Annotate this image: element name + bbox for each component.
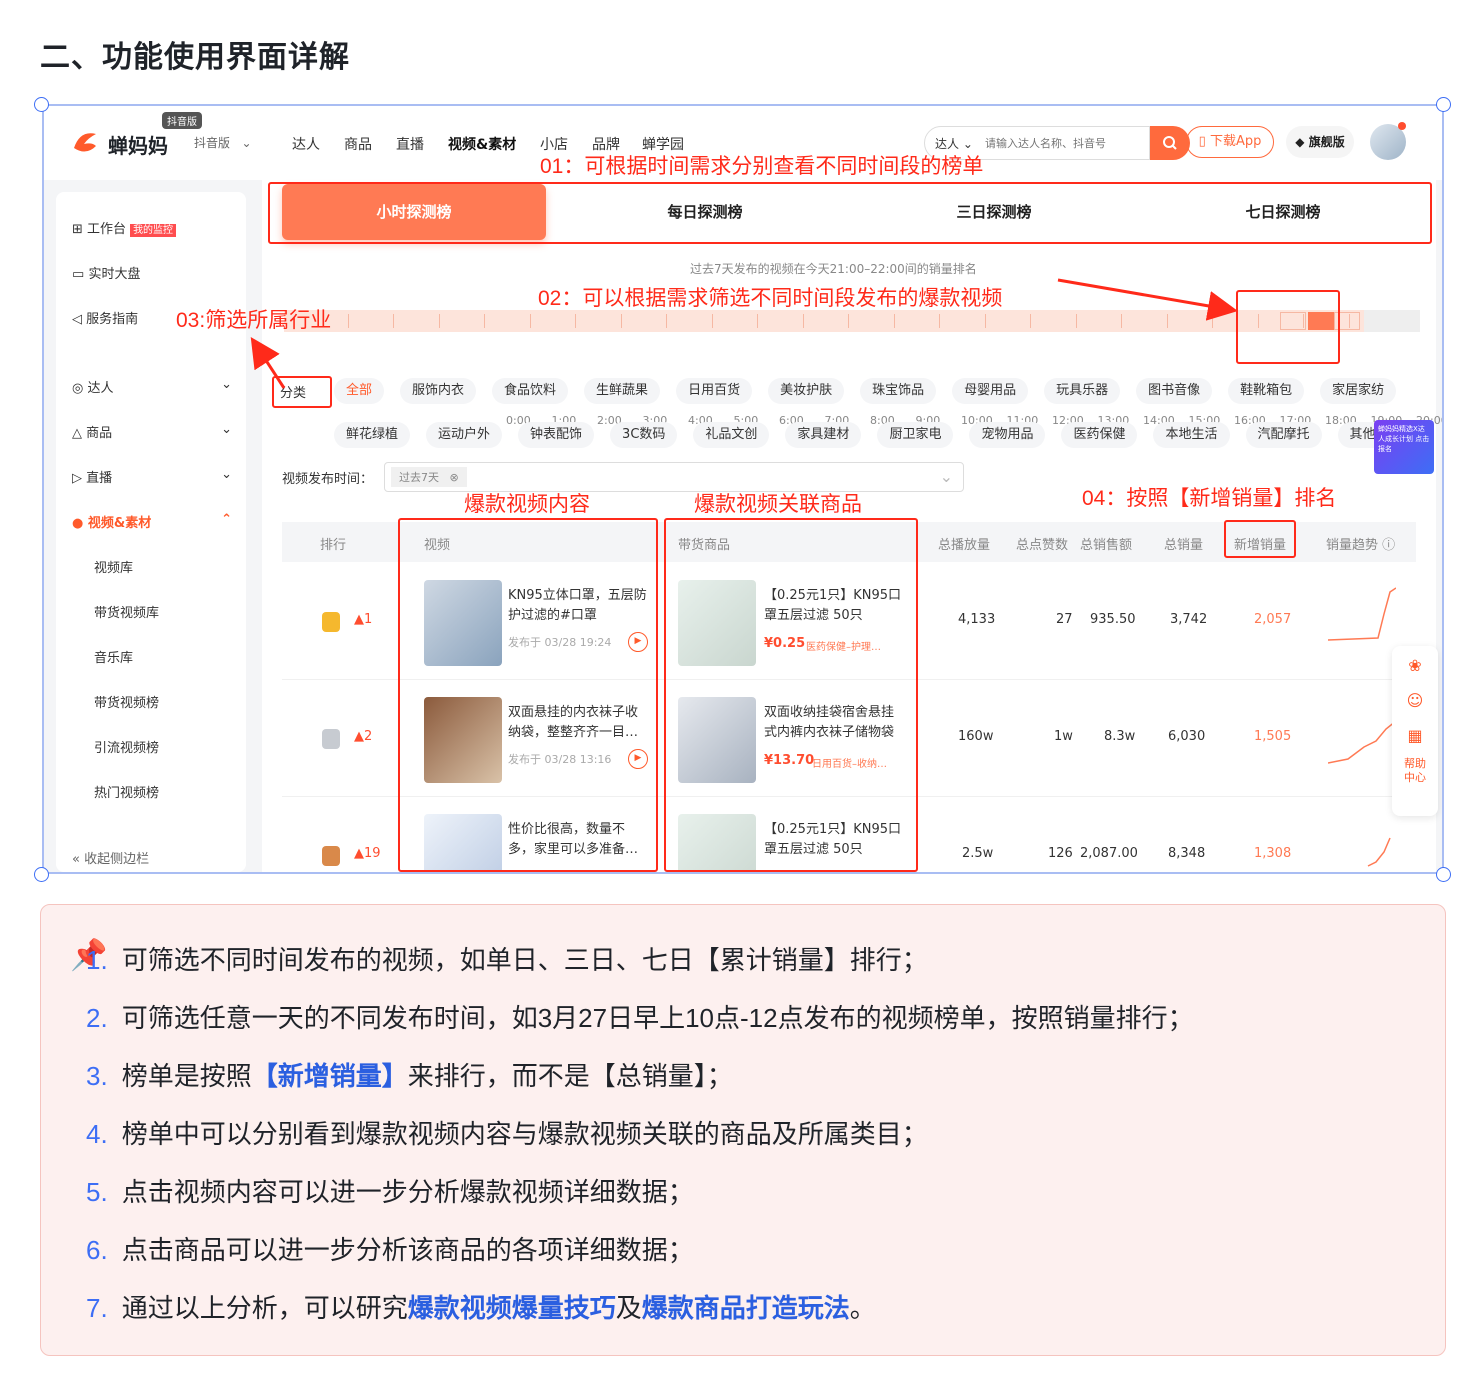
- resize-handle[interactable]: [34, 97, 49, 112]
- resize-handle[interactable]: [34, 867, 49, 882]
- arrow-to-guide: [250, 336, 286, 389]
- highlight-text: 【新增销量】: [251, 1061, 408, 1091]
- resize-handle[interactable]: [1436, 867, 1451, 882]
- note-item: 7. 通过以上分析，可以研究爆款视频爆量技巧及爆款商品打造玩法。: [86, 1293, 876, 1323]
- note-item: 5. 点击视频内容可以进一步分析爆款视频详细数据；: [86, 1177, 694, 1207]
- annotation-arrows: [250, 278, 1238, 389]
- screenshot-frame: 蝉妈妈 抖音版 抖音版 ⌄ 达人 商品 直播 视频&素材 小店 品牌 蝉学园 达…: [42, 104, 1444, 874]
- arrow-to-timeline: [1057, 278, 1238, 321]
- highlight-link[interactable]: 爆款商品打造玩法: [642, 1293, 850, 1323]
- note-item: 4. 榜单中可以分别看到爆款视频内容与爆款视频关联的商品及所属类目；: [86, 1119, 928, 1149]
- note-item: 3. 榜单是按照【新增销量】来排行，而不是【总销量】；: [86, 1061, 733, 1091]
- note-item: 1. 可筛选不同时间发布的视频，如单日、三日、七日【累计销量】排行；: [86, 945, 928, 975]
- note-item: 2. 可筛选任意一天的不同发布时间，如3月27日早上10点-12点发布的视频榜单，…: [86, 1003, 1194, 1033]
- resize-handle[interactable]: [1436, 97, 1451, 112]
- highlight-link[interactable]: 爆款视频爆量技巧: [408, 1293, 616, 1323]
- note-item: 6. 点击商品可以进一步分析该商品的各项详细数据；: [86, 1235, 694, 1265]
- section-heading: 二、功能使用界面详解: [40, 40, 350, 75]
